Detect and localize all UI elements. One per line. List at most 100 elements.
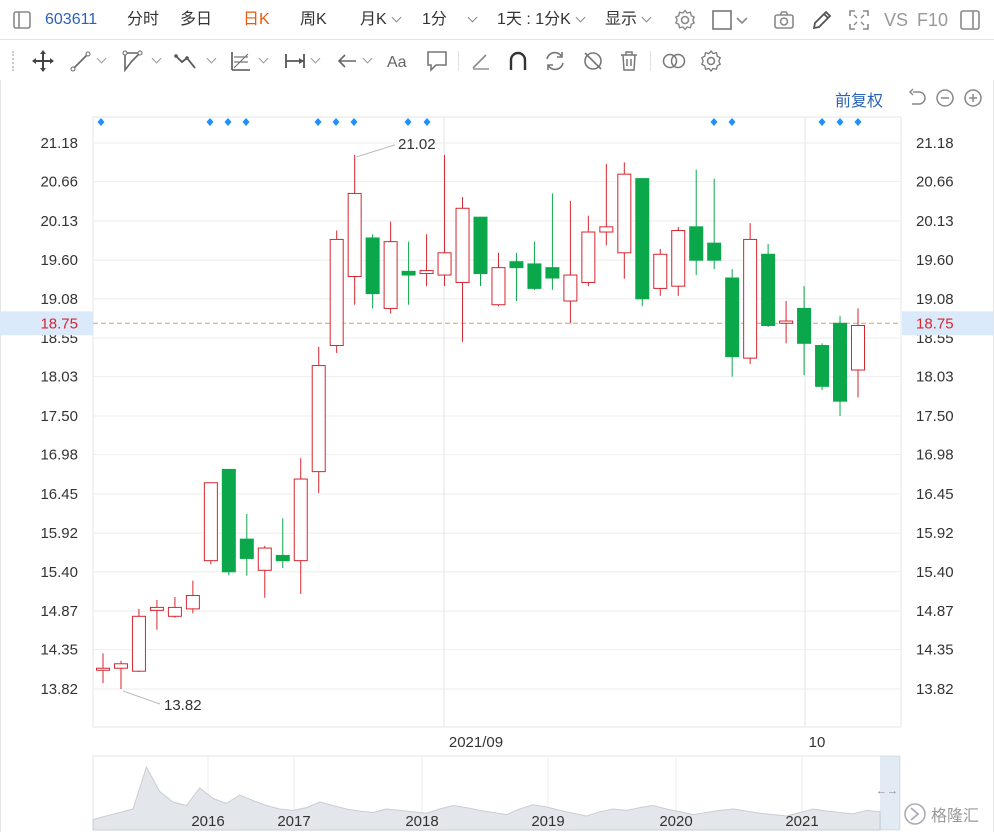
candle	[725, 269, 740, 377]
candle-body	[149, 606, 164, 611]
candle-body	[401, 270, 416, 276]
candle	[473, 216, 488, 287]
y-tick-label-right: 16.98	[916, 447, 954, 464]
navigator-year-label: 2018	[405, 813, 438, 830]
y-tick-label-right: 15.92	[916, 525, 954, 542]
y-tick-label-left: 18.03	[40, 369, 78, 386]
current-price-label-left: 18.75	[40, 315, 78, 332]
overview-navigator[interactable]: 2016 2017 2018 2019 2020 2021	[92, 755, 901, 831]
low-pointer	[122, 690, 161, 705]
candle-body	[671, 230, 686, 287]
event-marker	[224, 118, 232, 126]
candle-body	[527, 263, 542, 289]
candle	[851, 308, 865, 398]
event-marker	[710, 118, 718, 126]
candle	[671, 226, 686, 296]
high-pointer	[356, 144, 396, 158]
y-tick-label-left: 20.66	[40, 174, 78, 191]
event-marker	[836, 118, 844, 126]
candle-body	[455, 207, 470, 283]
y-tick-label-right: 17.50	[916, 408, 954, 425]
y-tick-label-left: 16.45	[40, 486, 78, 503]
candle	[383, 221, 398, 314]
y-tick-label-right: 18.03	[916, 369, 954, 386]
candle	[203, 482, 218, 565]
candle	[527, 241, 542, 290]
event-marker	[350, 118, 358, 126]
candle	[131, 608, 146, 672]
candle	[707, 178, 722, 270]
event-marker	[97, 118, 105, 126]
y-tick-label-left: 21.18	[40, 135, 78, 152]
candle-body	[563, 274, 578, 302]
navigator-year-label: 2017	[277, 813, 310, 830]
grid	[92, 116, 902, 728]
high-price-annotation: 21.02	[398, 136, 436, 153]
candle	[545, 193, 560, 290]
candle-body	[96, 667, 110, 671]
candle-body	[509, 261, 524, 269]
candle-body	[473, 216, 488, 275]
x-date-label: 2021/09	[449, 734, 503, 751]
candle	[365, 234, 380, 309]
y-tick-label-right: 16.45	[916, 486, 954, 503]
candle-body	[689, 226, 704, 261]
candle	[275, 518, 290, 569]
y-tick-label-right: 19.08	[916, 291, 954, 308]
candle-body	[311, 365, 326, 473]
candle-body	[329, 238, 344, 347]
candle	[113, 660, 128, 689]
event-marker	[314, 118, 322, 126]
y-tick-label-left: 19.60	[40, 252, 78, 269]
candle-body	[779, 320, 794, 324]
y-tick-label-left: 17.50	[40, 408, 78, 425]
candle	[689, 169, 704, 276]
candle	[815, 343, 830, 391]
candle-body	[851, 324, 865, 371]
x-date-label: 10	[809, 734, 826, 751]
candle	[239, 513, 254, 576]
candle-body	[131, 615, 146, 672]
candle	[563, 200, 578, 324]
y-tick-label-right: 19.60	[916, 252, 954, 269]
y-tick-label-left: 15.40	[40, 564, 78, 581]
candle-body	[185, 595, 200, 610]
y-tick-label-left: 19.08	[40, 291, 78, 308]
candle	[311, 347, 326, 494]
candle	[96, 653, 110, 684]
candle-body	[239, 538, 254, 559]
candle-body	[599, 226, 614, 233]
axis-labels: 21.18 21.18 20.66 20.66 20.13 20.13 19.60 19.60…	[0, 118, 993, 751]
candle-body	[797, 307, 812, 344]
y-tick-label-left: 14.87	[40, 603, 78, 620]
event-marker	[242, 118, 250, 126]
candle	[221, 468, 236, 576]
candle-body	[743, 238, 758, 359]
event-marker	[854, 118, 862, 126]
candle	[833, 315, 848, 416]
navigator-arrows[interactable]: ←→	[876, 785, 898, 797]
candlestick-chart[interactable]: 2016 2017 2018 2019 2020 2021 21.18 21.18 20.66…	[0, 0, 994, 832]
candle-body	[635, 178, 650, 300]
candle-body	[725, 277, 740, 358]
low-price-annotation: 13.82	[164, 697, 202, 714]
candle-body	[581, 231, 596, 283]
candle	[761, 243, 776, 327]
y-tick-label-right: 20.13	[916, 213, 954, 230]
candle	[149, 599, 164, 630]
navigator-year-label: 2019	[531, 813, 564, 830]
navigator-year-label: 2020	[659, 813, 692, 830]
candle-body	[347, 192, 362, 278]
candle-body	[419, 270, 434, 275]
candle	[347, 154, 362, 305]
candle	[797, 286, 812, 376]
navigator-year-label: 2016	[191, 813, 224, 830]
candle	[635, 178, 650, 307]
y-tick-label-right: 21.18	[916, 135, 954, 152]
candle-body	[617, 173, 632, 254]
candle	[599, 163, 614, 246]
watermark-logo: 格隆汇	[902, 800, 992, 828]
candle-body	[257, 547, 272, 571]
navigator-year-label: 2021	[785, 813, 818, 830]
plot-frame	[92, 116, 902, 728]
